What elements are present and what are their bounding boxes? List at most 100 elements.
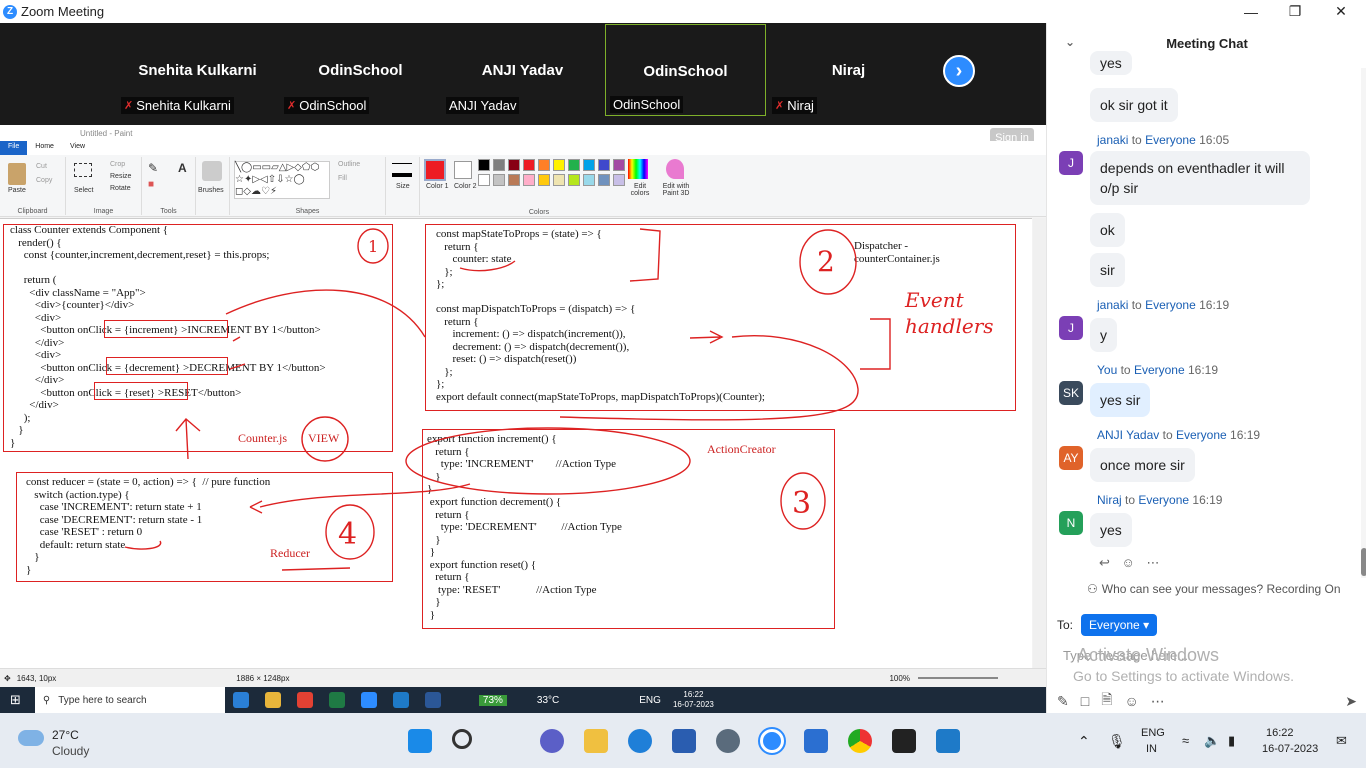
- language-eng[interactable]: ENG: [1141, 727, 1165, 739]
- tab-view[interactable]: View: [62, 141, 93, 155]
- cut-label[interactable]: Cut: [36, 163, 47, 170]
- copy-label[interactable]: Copy: [36, 177, 52, 184]
- color-swatch[interactable]: [553, 174, 565, 186]
- color-swatch[interactable]: [613, 159, 625, 171]
- chevron-up-icon[interactable]: ⌃: [1078, 733, 1090, 750]
- chevron-down-icon[interactable]: ⌄: [1065, 35, 1075, 49]
- paint-canvas[interactable]: class Counter extends Component { render…: [0, 218, 1032, 668]
- size-icon[interactable]: [392, 163, 412, 177]
- participant-tile[interactable]: Niraj ✗ Niraj: [768, 24, 929, 116]
- send-icon[interactable]: ➤: [1345, 693, 1357, 710]
- emoji-icon[interactable]: ☺: [1124, 693, 1138, 709]
- clock-time[interactable]: 16:22: [1266, 727, 1294, 739]
- format-icon[interactable]: ✎: [1057, 693, 1069, 710]
- color1-swatch[interactable]: [424, 159, 446, 181]
- participant-tile[interactable]: OdinSchool ✗ OdinSchool: [280, 24, 441, 116]
- notepad-icon[interactable]: [804, 729, 828, 753]
- tab-file[interactable]: File: [0, 141, 28, 155]
- rotate-label[interactable]: Rotate: [110, 185, 131, 192]
- settings-icon[interactable]: [716, 729, 740, 753]
- minimize-button[interactable]: —: [1228, 0, 1274, 23]
- color-swatch[interactable]: [493, 159, 505, 171]
- tab-home[interactable]: Home: [27, 141, 62, 155]
- zoom-icon: [360, 692, 377, 708]
- color-swatch[interactable]: [478, 174, 490, 186]
- crop-label[interactable]: Crop: [110, 161, 125, 168]
- vscode-icon[interactable]: [936, 729, 960, 753]
- text-tool-icon[interactable]: A: [178, 161, 187, 175]
- participant-tile-active[interactable]: OdinSchool OdinSchool: [605, 24, 766, 116]
- color-swatch[interactable]: [538, 174, 550, 186]
- pencil-icon[interactable]: ✎: [148, 161, 158, 175]
- color-swatch[interactable]: [598, 174, 610, 186]
- avatar: N: [1059, 511, 1083, 535]
- paste-icon[interactable]: [8, 163, 26, 185]
- color-swatch[interactable]: [508, 174, 520, 186]
- color-swatch[interactable]: [493, 174, 505, 186]
- more-icon[interactable]: ⋯: [1151, 693, 1165, 710]
- wifi-icon[interactable]: ≈: [1182, 733, 1189, 748]
- select-icon[interactable]: [74, 163, 92, 177]
- search-icon[interactable]: [452, 729, 472, 749]
- eraser-icon[interactable]: ■: [148, 179, 154, 190]
- weather-widget[interactable]: 27°C Cloudy: [18, 724, 138, 758]
- start-icon[interactable]: [408, 729, 432, 753]
- speaker-icon[interactable]: 🔈: [1204, 733, 1220, 749]
- chrome-icon[interactable]: [848, 729, 872, 753]
- more-options-icon[interactable]: ⋯: [1146, 555, 1159, 570]
- chat-message: sir: [1090, 253, 1125, 287]
- screenshot-icon[interactable]: □: [1081, 693, 1089, 709]
- edit-colors-icon[interactable]: [628, 159, 648, 179]
- excel-icon: [328, 692, 345, 708]
- paint3d-icon[interactable]: [666, 159, 684, 179]
- participant-label: Snehita Kulkarni: [136, 98, 231, 113]
- battery-icon[interactable]: ▮: [1228, 733, 1235, 749]
- meeting-chat-panel: ⌄ Meeting Chat yes ok sir got it janaki …: [1046, 23, 1366, 713]
- color-swatch[interactable]: [598, 159, 610, 171]
- color-swatch[interactable]: [553, 159, 565, 171]
- fill-label[interactable]: Fill: [338, 175, 347, 182]
- emoji-react-icon[interactable]: ☺: [1122, 555, 1135, 570]
- avatar: J: [1059, 151, 1083, 175]
- size-label: Size: [396, 183, 410, 190]
- zoom-icon[interactable]: [758, 727, 786, 755]
- participant-tile[interactable]: ANJI Yadav ANJI Yadav: [442, 24, 603, 116]
- maximize-button[interactable]: ❐: [1272, 0, 1318, 23]
- file-explorer-icon[interactable]: [584, 729, 608, 753]
- resize-label[interactable]: Resize: [110, 173, 131, 180]
- zoom-slider[interactable]: [917, 677, 998, 679]
- notification-icon[interactable]: ✉: [1336, 733, 1347, 749]
- outline-label[interactable]: Outline: [338, 161, 360, 168]
- chat-scroll-thumb[interactable]: [1361, 548, 1366, 576]
- clock-date[interactable]: 16-07-2023: [1262, 743, 1318, 755]
- reply-icon[interactable]: ↩: [1099, 555, 1110, 570]
- microphone-icon[interactable]: 🎙: [1108, 733, 1126, 750]
- color-swatch[interactable]: [568, 159, 580, 171]
- chat-app-icon[interactable]: [540, 729, 564, 753]
- color-swatch[interactable]: [613, 174, 625, 186]
- color-swatch[interactable]: [508, 159, 520, 171]
- language-in[interactable]: IN: [1146, 743, 1157, 755]
- close-button[interactable]: ✕: [1318, 0, 1364, 23]
- brush-icon[interactable]: [202, 161, 222, 181]
- title-bar: Z Zoom Meeting — ❐ ✕: [0, 0, 1366, 23]
- participant-tile[interactable]: Snehita Kulkarni ✗ Snehita Kulkarni: [117, 24, 278, 116]
- color-swatch[interactable]: [538, 159, 550, 171]
- edge-icon[interactable]: [628, 729, 652, 753]
- chat-scrollbar[interactable]: [1361, 68, 1366, 578]
- terminal-icon[interactable]: [892, 729, 916, 753]
- canvas-scrollbar[interactable]: [1033, 218, 1046, 668]
- recipient-select[interactable]: Everyone ▾: [1081, 614, 1158, 636]
- store-icon[interactable]: [672, 729, 696, 753]
- color-swatch[interactable]: [478, 159, 490, 171]
- color2-swatch[interactable]: [454, 161, 472, 179]
- chat-message: yes: [1090, 51, 1132, 75]
- shapes-gallery[interactable]: ╲◯▭▭▱△▷◇⬠⬡ ☆✦▷◁⇧⇩☆◯ ◻◇☁♡⚡: [234, 161, 330, 199]
- file-icon[interactable]: 🗎: [1101, 689, 1112, 713]
- color-swatch[interactable]: [583, 159, 595, 171]
- color-swatch[interactable]: [523, 159, 535, 171]
- chevron-right-icon[interactable]: ›: [943, 55, 975, 87]
- color-swatch[interactable]: [523, 174, 535, 186]
- color-swatch[interactable]: [568, 174, 580, 186]
- color-swatch[interactable]: [583, 174, 595, 186]
